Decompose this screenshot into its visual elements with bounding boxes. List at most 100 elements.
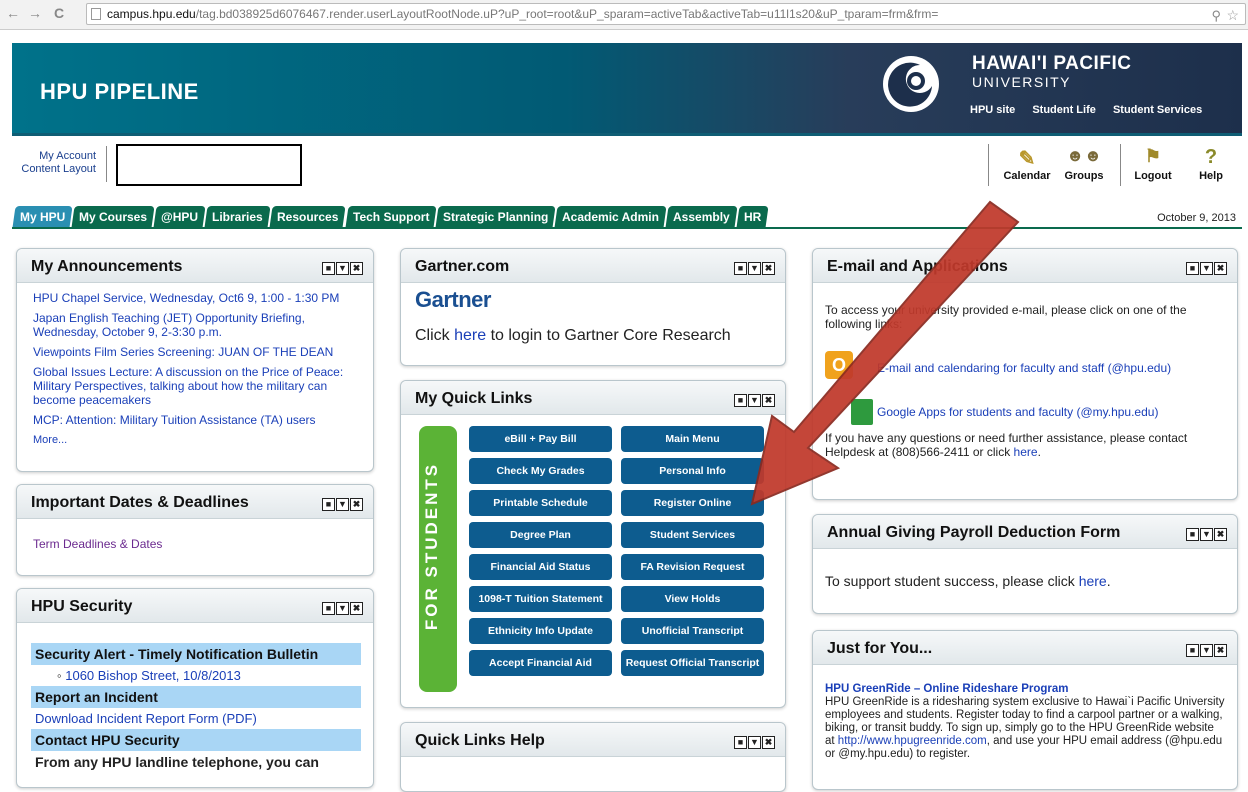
announcement-link[interactable]: Global Issues Lecture: A discussion on t…: [33, 365, 363, 407]
tab-strategic-planning[interactable]: Strategic Planning: [435, 206, 556, 228]
link-hpu-site[interactable]: HPU site: [970, 104, 1015, 116]
quicklink-button[interactable]: Financial Aid Status: [469, 554, 612, 580]
minimize-icon[interactable]: ■: [322, 602, 335, 615]
logout-button[interactable]: ⚑ Logout: [1130, 146, 1176, 182]
close-icon[interactable]: ✖: [350, 498, 363, 511]
close-icon[interactable]: ✖: [762, 262, 775, 275]
quicklink-button[interactable]: Personal Info: [621, 458, 764, 484]
close-icon[interactable]: ✖: [1214, 528, 1227, 541]
minimize-icon[interactable]: ■: [734, 736, 747, 749]
tab-at-hpu[interactable]: @HPU: [153, 206, 206, 228]
back-icon[interactable]: ←: [6, 5, 20, 21]
quicklink-button[interactable]: View Holds: [621, 586, 764, 612]
greenride-url-link[interactable]: http://www.hpugreenride.com: [838, 735, 987, 747]
tab-my-courses[interactable]: My Courses: [71, 206, 155, 228]
tab-tech-support[interactable]: Tech Support: [344, 206, 437, 228]
help-button[interactable]: ? Help: [1194, 146, 1228, 182]
minimize-icon[interactable]: ■: [734, 394, 747, 407]
helpdesk-here-link[interactable]: here: [1014, 445, 1038, 459]
link-student-services[interactable]: Student Services: [1113, 104, 1202, 116]
quicklink-button[interactable]: Printable Schedule: [469, 490, 612, 516]
maximize-icon[interactable]: ▼: [748, 394, 761, 407]
gartner-here-link[interactable]: here: [454, 327, 486, 344]
google-link[interactable]: Google Apps for students and faculty (@m…: [877, 405, 1158, 419]
google-apps-icon[interactable]: [851, 399, 873, 425]
link-student-life[interactable]: Student Life: [1032, 104, 1096, 116]
quicklink-button[interactable]: Check My Grades: [469, 458, 612, 484]
maximize-icon[interactable]: ▼: [336, 262, 349, 275]
tab-assembly[interactable]: Assembly: [665, 206, 738, 228]
calendar-button[interactable]: ✎ Calendar: [998, 146, 1056, 182]
my-account-link[interactable]: My Account: [12, 150, 96, 163]
text: Click: [415, 327, 455, 344]
minimize-icon[interactable]: ■: [734, 262, 747, 275]
portlet-header: Important Dates & Deadlines ■ ▼ ✖: [17, 485, 373, 519]
maximize-icon[interactable]: ▼: [1200, 262, 1213, 275]
tab-academic-admin[interactable]: Academic Admin: [554, 206, 667, 228]
maximize-icon[interactable]: ▼: [336, 602, 349, 615]
quicklink-button[interactable]: Degree Plan: [469, 522, 612, 548]
gartner-logo[interactable]: Gartner: [415, 287, 771, 313]
close-icon[interactable]: ✖: [1214, 644, 1227, 657]
alert-link[interactable]: 1060 Bishop Street, 10/8/2013: [65, 668, 241, 683]
report-form-link[interactable]: Download Incident Report Form (PDF): [31, 708, 361, 729]
close-icon[interactable]: ✖: [762, 736, 775, 749]
groups-button[interactable]: ☻☻ Groups: [1058, 146, 1110, 182]
outlook-icon[interactable]: O: [825, 351, 853, 379]
url-path: /tag.bd038925d6076467.render.userLayoutR…: [195, 7, 939, 21]
tab-hr[interactable]: HR: [736, 206, 769, 228]
portlet-title: My Announcements: [31, 258, 183, 275]
help-text: If you have any questions or need furthe…: [825, 431, 1225, 459]
quicklink-button[interactable]: 1098-T Tuition Statement: [469, 586, 612, 612]
maximize-icon[interactable]: ▼: [748, 262, 761, 275]
tab-libraries[interactable]: Libraries: [204, 206, 271, 228]
bookmark-star-icon[interactable]: ☆: [1226, 5, 1239, 24]
minimize-icon[interactable]: ■: [322, 262, 335, 275]
site-title[interactable]: HPU PIPELINE: [40, 79, 199, 105]
maximize-icon[interactable]: ▼: [336, 498, 349, 511]
quicklink-button[interactable]: Register Online: [621, 490, 764, 516]
announcement-link[interactable]: MCP: Attention: Military Tuition Assista…: [33, 413, 363, 427]
close-icon[interactable]: ✖: [350, 262, 363, 275]
announcement-link[interactable]: Viewpoints Film Series Screening: JUAN O…: [33, 345, 363, 359]
logout-label: Logout: [1134, 170, 1172, 182]
minimize-icon[interactable]: ■: [1186, 644, 1199, 657]
quicklink-button[interactable]: Main Menu: [621, 426, 764, 452]
hpu-logo-icon[interactable]: [880, 53, 942, 115]
quicklink-button[interactable]: Unofficial Transcript: [621, 618, 764, 644]
address-bar[interactable]: campus.hpu.edu/tag.bd038925d6076467.rend…: [86, 3, 1246, 25]
announcement-link[interactable]: HPU Chapel Service, Wednesday, Oct6 9, 1…: [33, 291, 363, 305]
gartner-text: Click here to login to Gartner Core Rese…: [415, 327, 771, 345]
portlet-title: HPU Security: [31, 598, 133, 615]
quicklink-button[interactable]: FA Revision Request: [621, 554, 764, 580]
close-icon[interactable]: ✖: [1214, 262, 1227, 275]
tab-resources[interactable]: Resources: [269, 206, 347, 228]
forward-icon[interactable]: →: [28, 5, 42, 21]
maximize-icon[interactable]: ▼: [1200, 528, 1213, 541]
term-deadlines-link[interactable]: Term Deadlines & Dates: [33, 537, 162, 551]
quicklink-button[interactable]: eBill + Pay Bill: [469, 426, 612, 452]
greenride-heading[interactable]: HPU GreenRide – Online Rideshare Program: [825, 683, 1225, 696]
announcement-link[interactable]: Japan English Teaching (JET) Opportunity…: [33, 311, 363, 339]
reload-icon[interactable]: C: [54, 5, 64, 21]
maximize-icon[interactable]: ▼: [748, 736, 761, 749]
giving-here-link[interactable]: here: [1079, 573, 1107, 589]
giving-portlet: Annual Giving Payroll Deduction Form ■ ▼ ✖…: [812, 514, 1238, 614]
content-layout-link[interactable]: Content Layout: [12, 163, 96, 176]
portlet-body: To access your university provided e-mai…: [813, 283, 1237, 459]
maximize-icon[interactable]: ▼: [1200, 644, 1213, 657]
minimize-icon[interactable]: ■: [1186, 528, 1199, 541]
quicklink-button[interactable]: Ethnicity Info Update: [469, 618, 612, 644]
quicklink-button[interactable]: Request Official Transcript: [621, 650, 764, 676]
minimize-icon[interactable]: ■: [322, 498, 335, 511]
tab-my-hpu[interactable]: My HPU: [12, 206, 73, 228]
quicklink-button[interactable]: Accept Financial Aid: [469, 650, 612, 676]
quicklink-button[interactable]: Student Services: [621, 522, 764, 548]
zoom-icon[interactable]: ⚲: [1211, 6, 1221, 24]
outlook-link[interactable]: E-mail and calendaring for faculty and s…: [877, 361, 1171, 375]
portlet-body: Term Deadlines & Dates: [17, 519, 373, 569]
close-icon[interactable]: ✖: [762, 394, 775, 407]
close-icon[interactable]: ✖: [350, 602, 363, 615]
more-link[interactable]: More...: [33, 433, 363, 447]
minimize-icon[interactable]: ■: [1186, 262, 1199, 275]
